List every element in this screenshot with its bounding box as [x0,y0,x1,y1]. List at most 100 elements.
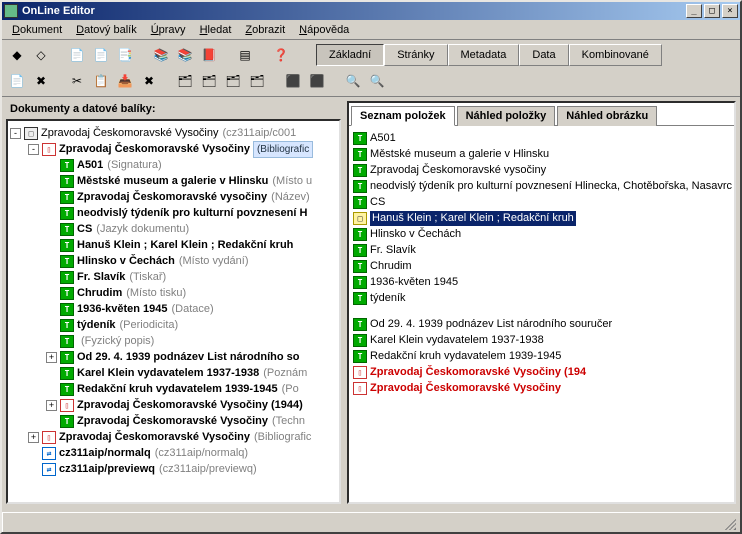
list-item[interactable]: ▯Zpravodaj Českomoravské Vysočiny (194 [351,364,732,380]
menu-dokument[interactable]: Dokument [6,22,68,38]
tree-node[interactable]: TKarel Klein vydavatelem 1937-1938(Pozná… [10,365,337,381]
tree-node[interactable]: TCS(Jazyk dokumentu) [10,221,337,237]
list-item[interactable]: TA501 [351,130,732,146]
toolbar-button[interactable]: ❓ [270,44,292,66]
tree-node[interactable]: THlinsko v Čechách(Místo vydání) [10,253,337,269]
menu-nápověda[interactable]: Nápověda [293,22,355,38]
toolbar-button[interactable]: ⬛ [282,70,304,92]
t-icon: T [60,319,74,332]
t-icon: T [353,164,367,177]
expand-icon[interactable]: + [28,432,39,443]
list-item[interactable]: THlinsko v Čechách [351,226,732,242]
toolbar-button[interactable]: 📑 [114,44,136,66]
tree-node[interactable]: +▯Zpravodaj Českomoravské Vysočiny(Bibli… [10,429,337,445]
list-item[interactable]: TFr. Slavík [351,242,732,258]
expand-icon[interactable]: + [46,352,57,363]
list-item[interactable]: TZpravodaj Českomoravské vysočiny [351,162,732,178]
t-icon: T [60,223,74,236]
toolbar-button[interactable]: 🗂 [246,70,268,92]
view-tab-data[interactable]: Data [519,44,568,66]
toolbar-button[interactable]: 📄 [66,44,88,66]
toolbar-button[interactable]: 📚 [150,44,172,66]
item-label: A501 [370,131,396,146]
tree-node[interactable]: T(Fyzický popis) [10,333,337,349]
toolbar-button[interactable]: 🔍 [342,70,364,92]
toolbar-button[interactable]: 🗂 [174,70,196,92]
menu-zobrazit[interactable]: Zobrazit [239,22,291,38]
toolbar-button[interactable]: ✖ [138,70,160,92]
tree-node[interactable]: ⇄cz311aip/normalq(cz311aip/normalq) [10,445,337,461]
tree-node[interactable]: ⇄cz311aip/previewq(cz311aip/previewq) [10,461,337,477]
t-icon: T [353,148,367,161]
toolbar-row-2: 📄✖✂📋📥✖🗂🗂🗂🗂⬛⬛🔍🔍 [6,68,736,94]
toolbar-button[interactable]: 📕 [198,44,220,66]
tree-node[interactable]: TRedakční kruh vydavatelem 1939-1945(Po [10,381,337,397]
toolbar-button[interactable]: ✂ [66,70,88,92]
collapse-icon[interactable]: - [10,128,21,139]
tree-node[interactable]: TZpravodaj Českomoravské Vysočiny(Techn [10,413,337,429]
list-item[interactable]: TMěstské museum a galerie v Hlinsku [351,146,732,162]
close-button[interactable]: × [722,4,738,18]
t-icon: T [60,255,74,268]
tree-node[interactable]: TChrudim(Místo tisku) [10,285,337,301]
tree-node[interactable]: Tneodvislý týdeník pro kulturní povznese… [10,205,337,221]
list-item[interactable]: TCS [351,194,732,210]
view-tab-stránky[interactable]: Stránky [384,44,447,66]
tree-node[interactable]: TMěstské museum a galerie v Hlinsku(Míst… [10,173,337,189]
node-annotation: (Jazyk dokumentu) [96,222,189,237]
list-item[interactable]: TRedakční kruh vydavatelem 1939-1945 [351,348,732,364]
view-tab-metadata[interactable]: Metadata [448,44,520,66]
list-item[interactable]: Ttýdeník [351,290,732,306]
toolbar-button[interactable]: ◆ [6,44,28,66]
tree-node[interactable]: T1936-květen 1945(Datace) [10,301,337,317]
list-item[interactable]: T1936-květen 1945 [351,274,732,290]
toolbar-button[interactable]: 📥 [114,70,136,92]
toolbar-button[interactable]: 📋 [90,70,112,92]
toolbar-button[interactable]: 📄 [90,44,112,66]
toolbar-button[interactable]: 📚 [174,44,196,66]
toolbar-button[interactable]: 📄 [6,70,28,92]
tree-node[interactable]: TZpravodaj Českomoravské vysočiny(Název) [10,189,337,205]
menu-úpravy[interactable]: Úpravy [145,22,192,38]
right-tab[interactable]: Náhled obrázku [557,106,657,126]
tree-node[interactable]: +▯Zpravodaj Českomoravské Vysočiny (1944… [10,397,337,413]
right-tab[interactable]: Náhled položky [457,106,556,126]
tree-node[interactable]: -▯Zpravodaj Českomoravské Vysočiny(Bibli… [10,141,337,157]
view-tab-základní[interactable]: Základní [316,44,384,66]
list-item[interactable]: ▯Zpravodaj Českomoravské Vysočiny [351,380,732,396]
toolbar-button[interactable]: ✖ [30,70,52,92]
menu-datový balík[interactable]: Datový balík [70,22,143,38]
list-item[interactable]: □Hanuš Klein ; Karel Klein ; Redakční kr… [351,210,732,226]
toolbar-button[interactable]: ◇ [30,44,52,66]
toolbar-button[interactable]: 🗂 [222,70,244,92]
list-item[interactable]: Tneodvislý týdeník pro kulturní povznese… [351,178,732,194]
tree-node[interactable]: +TOd 29. 4. 1939 podnázev List národního… [10,349,337,365]
minimize-button[interactable]: _ [686,4,702,18]
toolbar-button[interactable]: 🗂 [198,70,220,92]
right-tab[interactable]: Seznam položek [351,106,455,126]
view-tab-kombinované[interactable]: Kombinované [569,44,662,66]
list-item[interactable]: TKarel Klein vydavatelem 1937-1938 [351,332,732,348]
list-item[interactable]: TChrudim [351,258,732,274]
item-label: Zpravodaj Českomoravské Vysočiny [370,381,561,396]
tree-node[interactable]: -□Zpravodaj Českomoravské Vysočiny(cz311… [10,125,337,141]
menu-hledat[interactable]: Hledat [194,22,238,38]
tree-node[interactable]: Ttýdeník(Periodicita) [10,317,337,333]
tree-view[interactable]: -□Zpravodaj Českomoravské Vysočiny(cz311… [6,119,341,504]
maximize-button[interactable]: □ [704,4,720,18]
list-item[interactable]: TOd 29. 4. 1939 podnázev List národního … [351,316,732,332]
toolbar-button[interactable]: ⬛ [306,70,328,92]
expand-icon[interactable]: + [46,400,57,411]
tree-node[interactable]: TFr. Slavík(Tiskař) [10,269,337,285]
tree-node[interactable]: THanuš Klein ; Karel Klein ; Redakční kr… [10,237,337,253]
toolbar-button[interactable]: ▤ [234,44,256,66]
toolbar-button[interactable]: 🔍 [366,70,388,92]
t-icon: T [353,132,367,145]
tree-node[interactable]: TA501(Signatura) [10,157,337,173]
node-annotation: (Místo vydání) [179,254,249,269]
item-list[interactable]: TA501TMěstské museum a galerie v Hlinsku… [349,126,734,398]
resize-grip[interactable] [722,516,736,530]
collapse-icon[interactable]: - [28,144,39,155]
t-icon: T [353,350,367,363]
t-icon: T [60,415,74,428]
